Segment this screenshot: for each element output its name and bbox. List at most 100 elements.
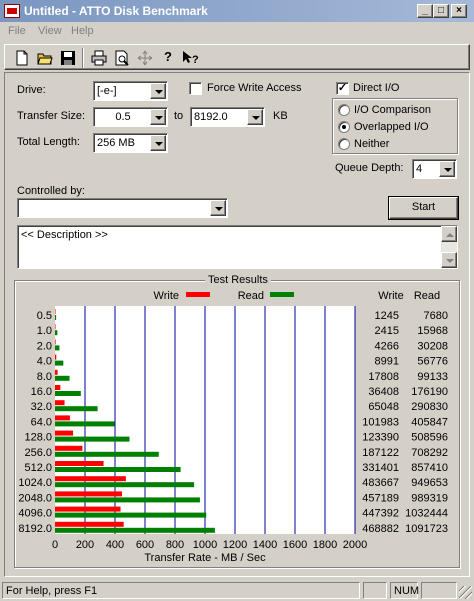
category-label: 2.0 [37, 340, 52, 352]
category-label: 16.0 [31, 386, 52, 398]
move-icon[interactable] [134, 47, 156, 69]
read-bar [55, 451, 159, 457]
x-tick-label: 2000 [343, 539, 367, 551]
chevron-down-icon[interactable] [439, 161, 455, 177]
category-label: 8192.0 [18, 523, 52, 535]
io-comparison-radio[interactable] [338, 104, 350, 116]
read-value: 290830 [411, 401, 448, 413]
read-value: 1032444 [405, 508, 448, 520]
status-help-text: For Help, press F1 [2, 582, 360, 599]
write-bar [55, 476, 126, 482]
menu-help[interactable]: Help [71, 25, 94, 37]
chevron-down-icon[interactable] [247, 109, 263, 125]
category-label: 4096.0 [18, 508, 52, 520]
kb-label: KB [273, 110, 288, 122]
total-length-select[interactable]: 256 MB [93, 133, 168, 153]
read-bar [55, 391, 81, 396]
read-bar [55, 436, 130, 442]
scroll-down-icon[interactable] [441, 252, 457, 268]
chevron-down-icon[interactable] [150, 135, 166, 151]
direct-io-label[interactable]: Direct I/O [353, 82, 399, 94]
read-value: 30208 [417, 340, 448, 352]
transfer-from-value: 0.5 [115, 111, 131, 123]
category-label: 2048.0 [18, 492, 52, 504]
read-bar [55, 421, 115, 427]
legend-read-swatch [270, 292, 294, 297]
close-button[interactable]: × [451, 4, 467, 18]
resize-grip-icon[interactable] [459, 586, 472, 599]
to-label: to [174, 110, 184, 122]
read-bar [55, 330, 58, 336]
io-comparison-label[interactable]: I/O Comparison [354, 104, 431, 116]
read-column-header: Read [414, 290, 440, 302]
chevron-down-icon[interactable] [210, 200, 226, 216]
overlapped-io-radio[interactable] [338, 121, 350, 133]
menu-view[interactable]: View [38, 25, 62, 37]
status-num-indicator: NUM [390, 582, 419, 599]
write-bar [55, 461, 104, 466]
print-icon[interactable] [88, 47, 110, 69]
read-value: 56776 [417, 356, 448, 368]
x-axis-label: Transfer Rate - MB / Sec [144, 552, 266, 564]
read-value: 176190 [411, 386, 448, 398]
title-bar[interactable]: Untitled - ATTO Disk Benchmark _ □ × [0, 0, 474, 22]
context-help-icon[interactable]: ? [180, 47, 202, 69]
maximize-button[interactable]: □ [433, 4, 449, 18]
queue-depth-label: Queue Depth: [335, 162, 404, 174]
scroll-up-icon[interactable] [441, 226, 457, 242]
chevron-down-icon[interactable] [150, 109, 166, 125]
neither-label[interactable]: Neither [354, 138, 389, 150]
legend-read-label: Read [238, 290, 264, 302]
transfer-size-from-select[interactable]: 0.5 [93, 107, 168, 127]
write-bar [55, 491, 122, 497]
chevron-down-icon[interactable] [150, 83, 166, 99]
menu-file[interactable]: File [8, 25, 26, 37]
menu-bar: File View Help [0, 22, 474, 42]
read-bar [55, 482, 195, 488]
print-preview-icon[interactable] [111, 47, 133, 69]
minimize-button[interactable]: _ [417, 4, 433, 18]
overlapped-io-label[interactable]: Overlapped I/O [354, 121, 429, 133]
x-tick-label: 0 [52, 539, 58, 551]
write-value: 187122 [362, 447, 399, 459]
category-label: 4.0 [37, 356, 52, 368]
category-label: 32.0 [31, 401, 52, 413]
force-write-label[interactable]: Force Write Access [207, 82, 302, 94]
neither-radio[interactable] [338, 138, 350, 150]
help-icon[interactable]: ? [157, 47, 179, 69]
drive-label: Drive: [17, 84, 46, 96]
open-icon[interactable] [34, 47, 56, 69]
controlled-by-label: Controlled by: [17, 185, 85, 197]
write-value: 1245 [375, 310, 399, 322]
write-value: 2415 [375, 325, 399, 337]
new-icon[interactable] [11, 47, 33, 69]
queue-depth-select[interactable]: 4 [412, 159, 457, 179]
description-textarea[interactable]: << Description >> [17, 225, 458, 269]
x-tick-label: 1800 [313, 539, 337, 551]
controlled-by-select[interactable] [17, 198, 228, 218]
write-value: 65048 [368, 401, 399, 413]
force-write-checkbox[interactable] [189, 82, 202, 95]
read-value: 857410 [411, 462, 448, 474]
write-value: 36408 [368, 386, 399, 398]
transfer-to-value: 8192.0 [194, 111, 228, 123]
legend-write-label: Write [154, 290, 179, 302]
write-bar [55, 324, 56, 330]
drive-select[interactable]: [-e-] [93, 81, 168, 101]
start-button[interactable]: Start [388, 196, 459, 220]
status-pane-scroll [421, 582, 457, 599]
category-label: 1024.0 [18, 477, 52, 489]
description-scrollbar[interactable] [441, 226, 457, 268]
app-icon[interactable] [4, 4, 20, 18]
direct-io-checkbox[interactable]: ✓ [336, 82, 349, 95]
x-tick-label: 1200 [223, 539, 247, 551]
save-icon[interactable] [57, 47, 79, 69]
write-bar [55, 385, 61, 390]
category-label: 0.5 [37, 310, 52, 322]
read-bar [55, 375, 70, 381]
description-text: << Description >> [21, 229, 108, 241]
category-label: 256.0 [24, 447, 52, 459]
transfer-size-to-select[interactable]: 8192.0 [190, 107, 265, 127]
write-bar [55, 309, 56, 314]
read-value: 405847 [411, 416, 448, 428]
